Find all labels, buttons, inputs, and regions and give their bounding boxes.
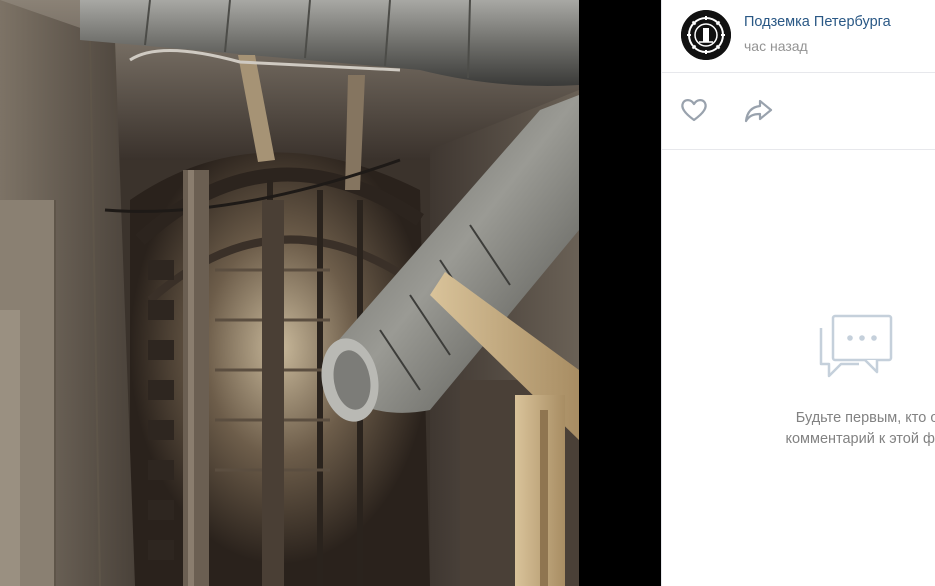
like-button[interactable] [679, 95, 713, 125]
post-author-header: Подземка Петербурга час назад [662, 0, 935, 73]
share-arrow-icon [744, 99, 773, 123]
comments-bubble-icon [819, 314, 893, 378]
post-time[interactable]: час назад [744, 38, 808, 54]
photo-side-panel: Подземка Петербурга час назад Будьте пер… [661, 0, 935, 586]
empty-message-line-1: Будьте первым, кто оста [795, 410, 935, 426]
tunnel-photo-image [0, 0, 579, 586]
community-avatar[interactable] [681, 10, 731, 60]
empty-message-line-2: комментарий к этой фотогр [785, 431, 935, 447]
share-button[interactable] [743, 95, 777, 125]
post-actions-bar [662, 73, 935, 150]
author-name-link[interactable]: Подземка Петербурга [744, 14, 891, 30]
comments-empty-message: Будьте первым, кто оста комментарий к эт… [728, 408, 935, 450]
comments-empty-state: Будьте первым, кто оста комментарий к эт… [662, 150, 935, 586]
photo-viewer: Подземка Петербурга час назад Будьте пер… [0, 0, 935, 586]
post-photo[interactable] [0, 0, 579, 586]
viewer-backdrop [579, 0, 661, 586]
metro-logo-icon [681, 10, 731, 60]
heart-icon [681, 99, 707, 122]
